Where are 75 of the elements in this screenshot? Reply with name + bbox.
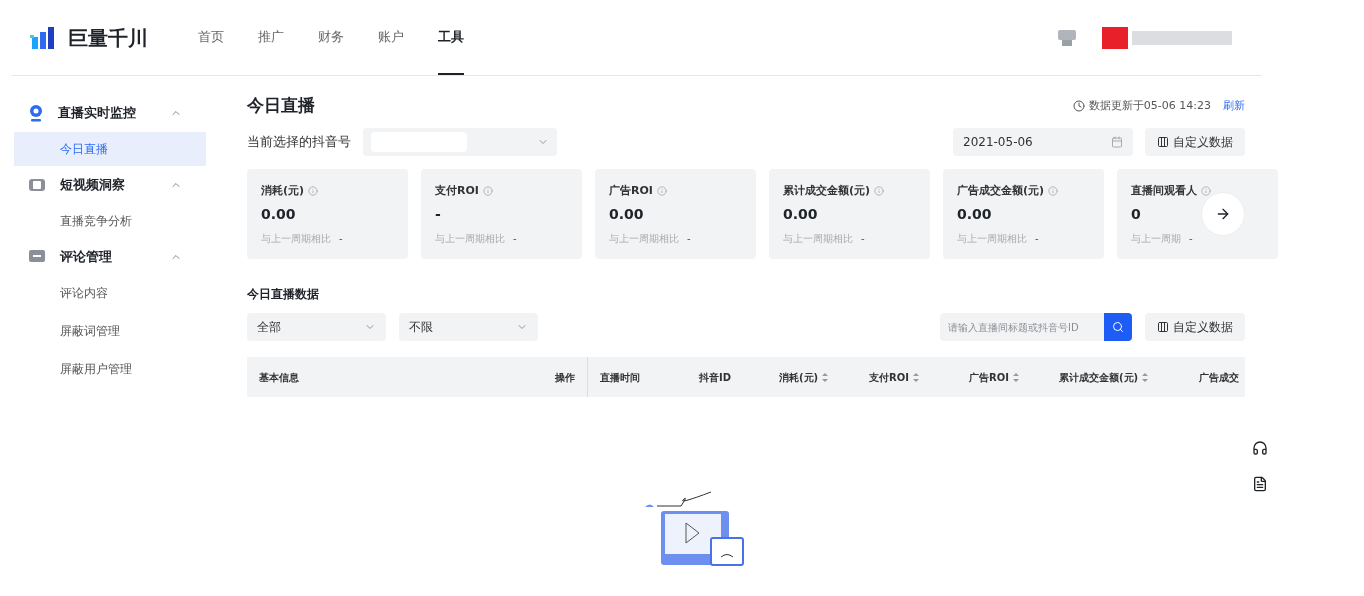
metric-title: 累计成交金额(元): [783, 183, 871, 199]
sidebar-group[interactable]: 直播实时监控: [14, 96, 206, 130]
compare-value: -: [339, 231, 343, 246]
sidebar-item[interactable]: 今日直播: [14, 132, 206, 166]
sort-icon[interactable]: [1142, 372, 1149, 382]
user-avatar[interactable]: [1102, 26, 1128, 49]
refresh-link[interactable]: 刷新: [1223, 97, 1245, 115]
search-button[interactable]: [1104, 313, 1132, 341]
column-header: 广告成交: [1199, 370, 1239, 385]
sidebar-group[interactable]: 短视频洞察: [14, 168, 206, 202]
nav-tab[interactable]: 首页: [198, 0, 224, 75]
document-icon[interactable]: [1252, 476, 1268, 492]
sidebar-group[interactable]: 评论管理: [14, 240, 206, 274]
metric-value: 0.00: [783, 204, 818, 224]
info-icon: [1048, 186, 1059, 197]
update-time: 数据更新于05-06 14:23: [1088, 97, 1211, 114]
arrow-right-icon: [1215, 206, 1231, 222]
sort-icon[interactable]: [912, 372, 919, 382]
nav-tab[interactable]: 账户: [378, 0, 404, 75]
columns-icon: [1157, 136, 1169, 148]
compare-value: -: [513, 231, 517, 246]
column-header: 抖音ID: [699, 370, 732, 385]
metric-title: 直播间观看人: [1131, 183, 1197, 199]
metric-value: 0.00: [261, 204, 296, 224]
custom-data-button[interactable]: 自定义数据: [1145, 128, 1245, 156]
search-field[interactable]: 请输入直播间标题或抖音号ID: [940, 313, 1104, 341]
info-icon: [482, 186, 493, 197]
column-header[interactable]: 广告ROI: [969, 369, 1019, 385]
nav-tab[interactable]: 推广: [258, 0, 284, 75]
page-title: 今日直播: [247, 94, 315, 118]
metric-value: 0.00: [609, 204, 644, 224]
column-header[interactable]: 累计成交金额(元): [1059, 369, 1149, 385]
section-title: 今日直播数据: [247, 286, 320, 303]
location-pin-icon: [28, 104, 44, 122]
compare-value: -: [1035, 231, 1039, 246]
search-icon: [1112, 321, 1124, 333]
columns-icon: [1157, 321, 1169, 333]
info-icon: [1201, 186, 1211, 197]
column-header: 基本信息: [259, 370, 299, 385]
sort-icon[interactable]: [1012, 372, 1019, 382]
filter-select[interactable]: 不限: [399, 313, 538, 341]
nav-tab[interactable]: 工具: [438, 0, 464, 75]
metric-value: 0: [1131, 204, 1141, 224]
date-field[interactable]: 2021-05-06: [953, 128, 1133, 156]
sidebar-item[interactable]: 屏蔽词管理: [14, 314, 206, 348]
custom-data-button[interactable]: 自定义数据: [1145, 313, 1245, 341]
sidebar-item[interactable]: 直播竞争分析: [14, 204, 206, 238]
metric-title: 广告成交金额(元): [957, 183, 1045, 199]
metric-title: 消耗(元): [261, 183, 305, 199]
compare-value: -: [687, 231, 691, 246]
sidebar-item[interactable]: 屏蔽用户管理: [14, 352, 206, 386]
info-icon: [308, 186, 319, 197]
info-icon: [874, 186, 885, 197]
compare-value: -: [861, 231, 865, 246]
comment-icon: [28, 249, 46, 265]
brand-name: 巨量千川: [68, 24, 148, 52]
metric-value: 0.00: [957, 204, 992, 224]
info-icon: [656, 186, 667, 197]
headset-icon[interactable]: [1252, 440, 1268, 456]
film-icon: [28, 177, 46, 193]
calendar-icon: [1111, 136, 1123, 148]
clock-icon: [1072, 100, 1085, 112]
metric-title: 广告ROI: [609, 183, 653, 199]
nav-tab[interactable]: 财务: [318, 0, 344, 75]
metric-title: 支付ROI: [435, 183, 479, 199]
metric-value: -: [435, 204, 441, 224]
sidebar-item[interactable]: 评论内容: [14, 276, 206, 310]
column-header[interactable]: 消耗(元): [779, 369, 829, 385]
filter-select[interactable]: 全部: [247, 313, 386, 341]
account-label: 当前选择的抖音号: [247, 133, 351, 152]
column-header[interactable]: 支付ROI: [869, 369, 919, 385]
column-header: 操作: [555, 370, 575, 385]
compare-value: -: [1189, 231, 1193, 246]
column-header: 直播时间: [600, 370, 640, 385]
sort-icon[interactable]: [822, 372, 829, 382]
